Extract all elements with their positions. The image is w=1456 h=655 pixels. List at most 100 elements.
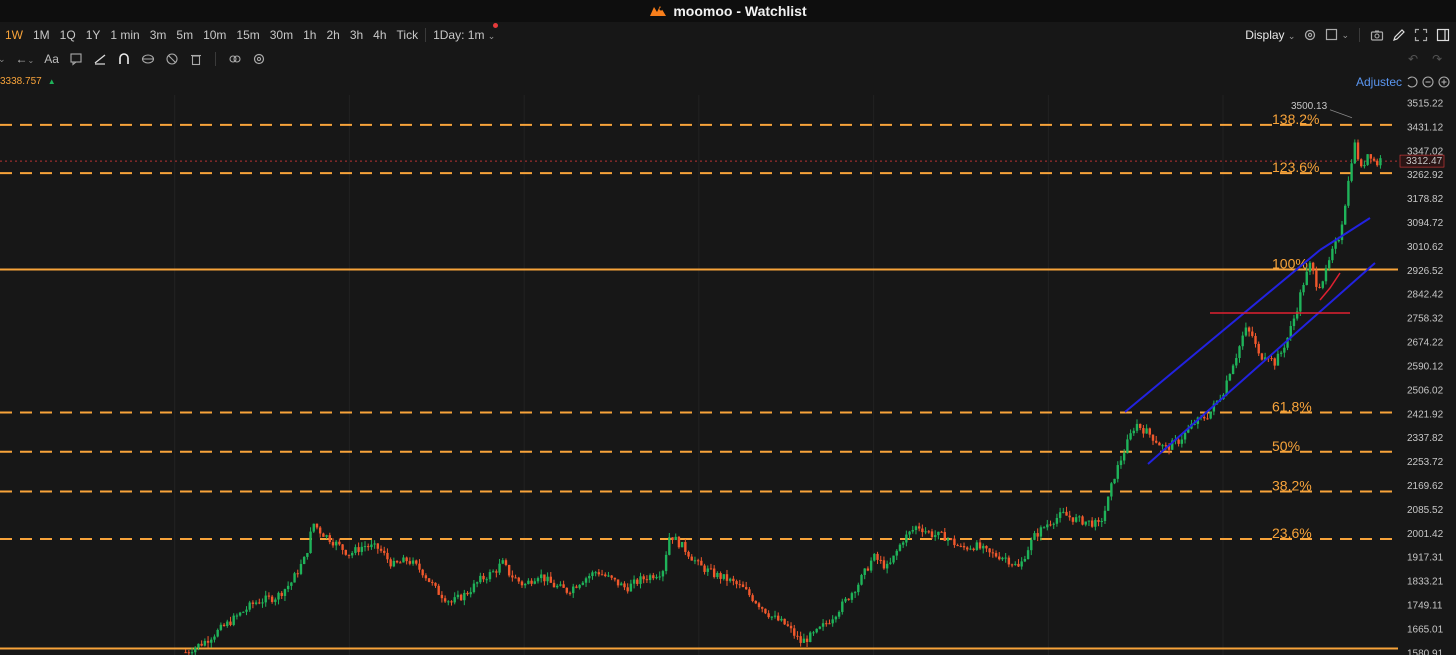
candle-body [437,585,440,595]
candle-body [331,542,335,546]
candle-body [306,552,309,557]
zoom-out-icon[interactable] [1421,75,1435,89]
candle-body [982,545,985,549]
candle-body [200,643,203,646]
undo-icon[interactable]: ↶ [1408,52,1418,66]
y-axis-tick-label: 2926.52 [1407,266,1444,277]
candle-body [950,538,953,540]
candle-body [363,546,367,548]
chevron-down-icon[interactable]: ⌄ [0,54,6,65]
timeframe-30m[interactable]: 30m [265,28,298,42]
notification-dot [493,23,498,28]
day-selector-label: 1Day: 1m [433,28,485,42]
candle-body [216,629,219,637]
timeframe-1m[interactable]: 1M [28,28,55,42]
candle-body [1046,524,1049,528]
candle-body [459,594,463,601]
link-icon[interactable] [228,52,242,66]
redo-icon[interactable]: ↷ [1432,52,1442,66]
candle-body [1042,527,1046,529]
comment-icon[interactable] [69,52,83,66]
timeframe-1q[interactable]: 1Q [55,28,81,42]
timeframe-3m[interactable]: 3m [145,28,172,42]
reset-icon[interactable] [1405,75,1419,89]
camera-icon[interactable] [1370,28,1384,42]
hide-icon[interactable] [165,52,179,66]
candle-body [1254,335,1257,344]
y-axis-tick-label: 2674.22 [1407,338,1444,349]
candle-body [591,572,594,577]
zoom-in-icon[interactable] [1437,75,1451,89]
candle-body [1110,483,1113,497]
timeframe-1w[interactable]: 1W [0,28,28,42]
pencil-icon[interactable] [1392,28,1406,42]
fullscreen-icon[interactable] [1414,28,1428,42]
timeframe-1min[interactable]: 1 min [105,28,144,42]
candle-body [1090,520,1094,527]
day-selector[interactable]: 1Day: 1m ⌄ [428,28,500,42]
y-axis-tick-label: 2590.12 [1407,361,1444,372]
candle-body [386,552,389,560]
candle-body [703,565,706,572]
candle-body [1145,428,1148,434]
candle-body [969,548,972,550]
timeframe-5m[interactable]: 5m [171,28,198,42]
eye-lock-icon[interactable] [141,52,155,66]
candle-body [828,623,831,625]
timeframe-1h[interactable]: 1h [298,28,321,42]
gear-icon[interactable] [1303,28,1317,42]
text-tool-button[interactable]: Aa [44,52,59,66]
candle-body [367,546,370,548]
candle-body [479,575,482,583]
candle-body [251,602,255,604]
price-chart[interactable]: 3515.223431.123347.023262.923178.823094.… [0,0,1456,655]
panel-toggle-icon[interactable] [1436,28,1450,42]
timeframe-3h[interactable]: 3h [345,28,368,42]
candle-body [194,647,197,653]
candle-body [636,579,639,584]
magnet-icon[interactable] [117,52,131,66]
settings-icon[interactable] [252,52,266,66]
candle-body [415,560,418,564]
y-axis-tick-label: 3010.62 [1407,242,1444,253]
candle-body [799,636,802,643]
timeframe-15m[interactable]: 15m [231,28,264,42]
fib-level-label: 61.8% [1272,399,1312,415]
y-axis-tick-label: 1917.31 [1407,553,1444,564]
candle-body [482,575,485,580]
candle-body [1026,550,1030,560]
layout-icon[interactable] [1325,28,1339,42]
candle-body [991,552,995,554]
candle-body [674,536,677,541]
trash-icon[interactable] [189,52,203,66]
candle-body [940,531,943,533]
candle-body [357,547,360,552]
candle-body [1164,445,1168,447]
candle-body [232,615,235,625]
candle-body [841,601,844,612]
adjusted-button[interactable]: Adjustec [1356,75,1402,89]
candle-body [440,594,444,599]
candle-body [1014,563,1017,565]
candle-body [472,583,476,593]
timeframe-4h[interactable]: 4h [368,28,391,42]
timeframe-tick[interactable]: Tick [392,28,424,42]
candle-body [1148,428,1152,435]
timeframe-2h[interactable]: 2h [321,28,344,42]
arrow-left-icon[interactable]: ←⌄ [16,52,35,66]
display-button[interactable]: Display ⌄ [1245,28,1295,42]
candle-body [639,576,642,584]
candle-body [1058,512,1062,518]
chevron-down-icon: ⌄ [1341,29,1349,40]
candle-body [312,523,315,532]
candle-body [1372,158,1376,161]
candle-body [680,542,684,548]
timeframe-10m[interactable]: 10m [198,28,231,42]
candle-body [424,575,428,579]
y-axis-tick-label: 2085.52 [1407,505,1444,516]
up-arrow-icon: ▲ [47,76,56,86]
candle-body [632,579,636,584]
line-tool-icon[interactable] [93,52,107,66]
timeframe-1y[interactable]: 1Y [81,28,106,42]
candle-body [1142,428,1145,434]
